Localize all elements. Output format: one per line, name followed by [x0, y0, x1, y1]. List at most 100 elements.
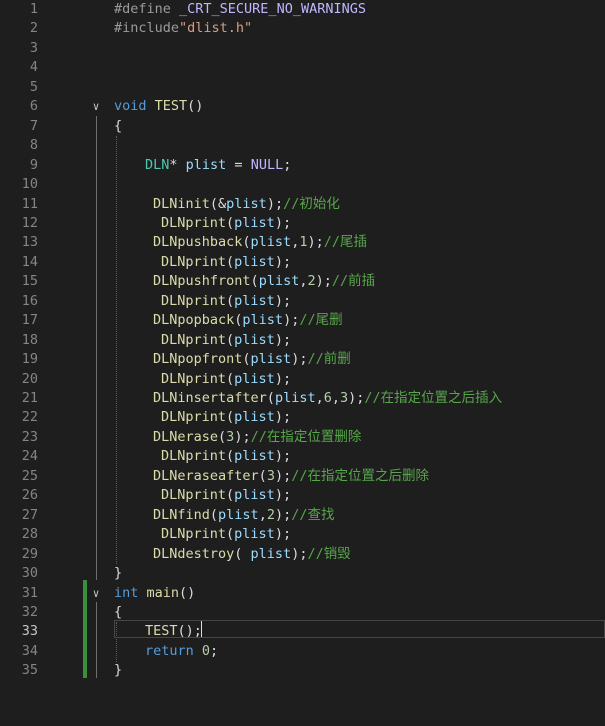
code-line[interactable]: 9 DLN* plist = NULL; [0, 156, 605, 175]
code-line[interactable]: 32 { [0, 603, 605, 622]
code-line[interactable]: 27 DLNfind(plist,2);//查找 [0, 506, 605, 525]
code-token: ); [234, 428, 251, 445]
code-text[interactable]: DLNfind(plist,2);//查找 [153, 506, 335, 525]
code-token: } [114, 662, 123, 679]
code-editor[interactable]: 1 #define _CRT_SECURE_NO_WARNINGS 2 #includ… [0, 0, 605, 726]
code-token: //在指定位置之后删除 [291, 467, 429, 484]
code-line[interactable]: 1 #define _CRT_SECURE_NO_WARNINGS [0, 0, 605, 19]
code-token: NULL [250, 156, 284, 173]
code-token: ( [226, 253, 235, 270]
code-token: return [145, 642, 202, 659]
code-token: //查找 [291, 506, 335, 523]
code-token: DLNpopfront [153, 351, 243, 368]
code-line[interactable]: 15 DLNpushfront(plist,2);//前插 [0, 272, 605, 291]
code-token: void [114, 98, 155, 115]
code-token: plist [250, 234, 292, 251]
line-number: 34 [21, 642, 38, 659]
code-token: ( [234, 545, 251, 562]
code-text[interactable]: DLNpushback(plist,1);//尾插 [153, 233, 367, 252]
code-text[interactable]: #define _CRT_SECURE_NO_WARNINGS [114, 0, 366, 19]
code-line[interactable]: 20 DLNprint(plist); [0, 370, 605, 389]
line-number: 17 [21, 312, 38, 329]
code-text[interactable]: DLNpopfront(plist);//前删 [153, 350, 351, 369]
code-text[interactable]: DLNinsertafter(plist,6,3);//在指定位置之后插入 [153, 389, 502, 408]
code-token: DLNdestroy [153, 545, 235, 562]
code-line[interactable]: 12 DLNprint(plist); [0, 214, 605, 233]
code-text[interactable]: DLNerase(3);//在指定位置删除 [153, 428, 361, 447]
code-token: plist [226, 195, 267, 212]
code-line[interactable]: 5 [0, 78, 605, 97]
code-line[interactable]: 7{ [0, 117, 605, 136]
code-line[interactable]: 14 DLNprint(plist); [0, 253, 605, 272]
code-line[interactable]: 4 [0, 58, 605, 77]
code-line[interactable]: 6 ∨ void TEST() [0, 97, 605, 116]
code-line[interactable]: 11 DLNinit(&plist);//初始化 [0, 195, 605, 214]
code-line[interactable]: 23 DLNerase(3);//在指定位置删除 [0, 428, 605, 447]
code-text[interactable]: } [114, 661, 122, 680]
line-number: 5 [29, 78, 38, 95]
code-token: * [169, 156, 186, 173]
line-number: 12 [21, 214, 38, 231]
code-text[interactable]: DLNpopback(plist);//尾删 [153, 311, 343, 330]
line-number: 33 [21, 623, 38, 640]
code-line[interactable]: 3 [0, 39, 605, 58]
code-token: ( [226, 214, 235, 231]
code-text[interactable]: { [114, 117, 122, 136]
chevron-down-icon[interactable]: ∨ [90, 584, 102, 603]
code-token: //初始化 [283, 195, 340, 212]
code-line[interactable]: 26 DLNprint(plist); [0, 486, 605, 505]
code-text[interactable]: DLNprint(plist); [161, 214, 291, 233]
code-text[interactable]: DLNprint(plist); [161, 331, 291, 350]
code-line[interactable]: 31 ∨ int main() [0, 584, 605, 603]
code-text[interactable]: #include"dlist.h" [114, 19, 252, 38]
code-line[interactable]: 16 DLNprint(plist); [0, 292, 605, 311]
code-text[interactable]: DLN* plist = NULL; [145, 156, 291, 175]
code-text[interactable]: return 0; [145, 642, 218, 661]
code-token: ); [274, 253, 292, 270]
line-number: 6 [29, 98, 38, 115]
code-token: ); [274, 331, 292, 348]
code-line[interactable]: 25 DLNeraseafter(3);//在指定位置之后删除 [0, 467, 605, 486]
code-line[interactable]: 34 return 0; [0, 642, 605, 661]
code-line[interactable]: 33 TEST(); [0, 622, 605, 641]
code-line[interactable]: 35} [0, 661, 605, 680]
code-line[interactable]: 13 DLNpushback(plist,1);//尾插 [0, 233, 605, 252]
code-line[interactable]: 21 DLNinsertafter(plist,6,3);//在指定位置之后插入 [0, 389, 605, 408]
code-line[interactable]: 19 DLNpopfront(plist);//前删 [0, 350, 605, 369]
code-line[interactable]: 18 DLNprint(plist); [0, 331, 605, 350]
code-line[interactable]: 22 DLNprint(plist); [0, 408, 605, 427]
line-number: 3 [29, 39, 38, 56]
code-token: plist [250, 545, 292, 562]
code-text[interactable]: DLNprint(plist); [161, 253, 291, 272]
code-line[interactable]: 29 DLNdestroy( plist);//销毁 [0, 545, 605, 564]
code-text[interactable]: { [114, 603, 122, 622]
code-text[interactable]: DLNpushfront(plist,2);//前插 [153, 272, 375, 291]
code-text[interactable]: DLNeraseafter(3);//在指定位置之后删除 [153, 467, 429, 486]
code-token: ); [307, 234, 324, 251]
code-text[interactable]: void TEST() [114, 97, 203, 116]
code-token: DLN [145, 156, 170, 173]
code-text[interactable]: DLNinit(&plist);//初始化 [153, 195, 340, 214]
code-line[interactable]: 30} [0, 564, 605, 583]
code-text[interactable]: int main() [114, 584, 195, 603]
code-token: ( [250, 273, 259, 290]
code-text[interactable]: DLNprint(plist); [161, 292, 291, 311]
code-text[interactable]: } [114, 564, 122, 583]
code-text[interactable]: DLNprint(plist); [161, 525, 291, 544]
code-line[interactable]: 17 DLNpopback(plist);//尾删 [0, 311, 605, 330]
code-token: plist [234, 214, 275, 231]
code-token: plist [250, 351, 292, 368]
code-line[interactable]: 8 [0, 136, 605, 155]
chevron-down-icon[interactable]: ∨ [90, 97, 102, 116]
code-line[interactable]: 10 [0, 175, 605, 194]
code-line[interactable]: 24 DLNprint(plist); [0, 447, 605, 466]
code-token: #include [114, 20, 180, 37]
code-text[interactable]: DLNprint(plist); [161, 370, 291, 389]
code-text[interactable]: DLNprint(plist); [161, 486, 291, 505]
code-line[interactable]: 2 #include"dlist.h" [0, 19, 605, 38]
code-text[interactable]: TEST(); [145, 622, 202, 641]
code-text[interactable]: DLNprint(plist); [161, 408, 291, 427]
code-text[interactable]: DLNdestroy( plist);//销毁 [153, 545, 351, 564]
code-text[interactable]: DLNprint(plist); [161, 447, 291, 466]
code-line[interactable]: 28 DLNprint(plist); [0, 525, 605, 544]
